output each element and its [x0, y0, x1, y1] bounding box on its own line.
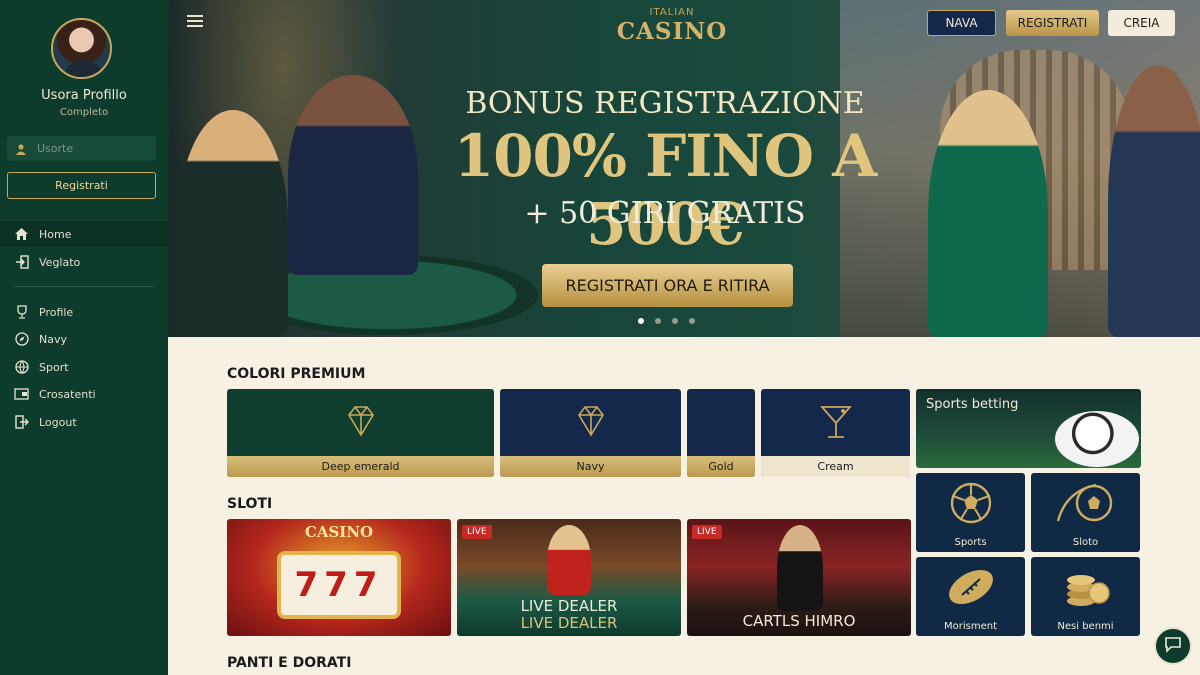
sidebar-divider — [14, 286, 154, 287]
game-card-live-table[interactable]: LIVE CARTLS HIMRO — [687, 519, 911, 636]
color-tile-label: Cream — [761, 456, 910, 477]
color-tile-gold[interactable]: Gold — [687, 389, 755, 477]
carousel-dot[interactable] — [655, 318, 661, 324]
chat-icon — [1164, 635, 1182, 657]
sidebar-item-profile[interactable]: Profile — [0, 299, 168, 325]
hero-person-image — [928, 90, 1048, 337]
soccer-ball-icon — [1056, 481, 1116, 536]
section-title-bottom: PANTI E DORATI — [227, 655, 352, 671]
ball-icon — [14, 360, 29, 375]
cocktail-icon — [818, 401, 854, 452]
hero-banner: ITALIAN CASINO NAVA REGISTRATI CREIA BON… — [168, 0, 1200, 337]
color-tile-cream[interactable]: Cream — [761, 389, 910, 477]
logout-icon — [14, 415, 29, 430]
sidebar-item-label: Home — [39, 227, 72, 241]
section-title-slots: SLOTI — [227, 496, 273, 512]
sidebar-item-logout[interactable]: Logout — [0, 409, 168, 435]
home-icon — [14, 227, 29, 242]
sidebar-item-label: Profile — [39, 305, 74, 319]
sport-tile-sports[interactable]: Sports — [916, 473, 1025, 552]
sidebar-register-button[interactable]: Registrati — [7, 172, 156, 199]
sidebar: Usora Profillo Completo Usorte Registrat… — [0, 0, 168, 675]
creia-button[interactable]: CREIA — [1108, 10, 1175, 36]
sidebar-item-label: Crosatenti — [39, 387, 96, 401]
chat-button[interactable] — [1154, 627, 1192, 665]
sidebar-item-navy[interactable]: Navy — [0, 326, 168, 352]
live-badge: LIVE — [462, 525, 492, 539]
soccer-ball-icon — [949, 481, 993, 536]
game-title: LIVE DEALER — [520, 597, 618, 615]
hero-free-spins: + 50 GIRI GRATIS — [524, 196, 806, 231]
carousel-dot[interactable] — [689, 318, 695, 324]
sport-tile-morisment[interactable]: Morisment — [916, 557, 1025, 636]
sidebar-item-label: Veglato — [39, 255, 81, 269]
sidebar-item-label: Navy — [39, 332, 67, 346]
register-button[interactable]: REGISTRATI — [1006, 10, 1099, 36]
nava-button[interactable]: NAVA — [927, 10, 996, 36]
username-field[interactable]: Usorte — [7, 136, 156, 161]
dealer-image — [547, 525, 591, 595]
color-tile-emerald[interactable]: Deep emerald — [227, 389, 494, 477]
sport-tile-label: Sloto — [1072, 537, 1099, 548]
coins-icon — [1061, 565, 1111, 620]
sidebar-item-home[interactable]: Home — [0, 221, 168, 247]
slot-reels: 777 — [277, 551, 401, 619]
carousel-dot[interactable] — [672, 318, 678, 324]
color-tile-label: Navy — [500, 456, 681, 477]
login-icon — [14, 255, 29, 270]
sidebar-item-label: Sport — [39, 360, 69, 374]
color-tile-label: Gold — [687, 456, 755, 477]
logo-tagline: ITALIAN — [649, 7, 695, 18]
trophy-icon — [14, 305, 29, 320]
user-icon — [15, 143, 27, 155]
hero-person-image — [1108, 65, 1200, 337]
user-name: Usora Profillo — [41, 88, 127, 103]
sport-tile-label: Nesi benmi — [1057, 621, 1114, 632]
hero-cta-button[interactable]: REGISTRATI ORA E RITIRA — [542, 264, 793, 307]
game-logo: CASINO — [304, 523, 374, 541]
sidebar-item-veglato[interactable]: Veglato — [0, 249, 168, 275]
sidebar-item-label: Logout — [39, 415, 77, 429]
sports-betting-card[interactable]: Sports betting — [916, 389, 1141, 468]
sport-tile-sloto[interactable]: Sloto — [1031, 473, 1140, 552]
sidebar-item-crosatenti[interactable]: Crosatenti — [0, 381, 168, 407]
sidebar-item-sport[interactable]: Sport — [0, 354, 168, 380]
sport-tile-label: Morisment — [944, 621, 997, 632]
sports-betting-title: Sports betting — [926, 397, 1019, 412]
soccer-ball-icon — [1055, 411, 1139, 467]
logo[interactable]: CASINO — [610, 18, 734, 45]
section-title-colors: COLORI PREMIUM — [227, 366, 366, 382]
carousel-dot[interactable] — [638, 318, 644, 324]
diamond-icon — [571, 401, 611, 452]
live-badge: LIVE — [692, 525, 722, 539]
game-subtitle: LIVE DEALER — [520, 614, 618, 632]
compass-icon — [14, 332, 29, 347]
username-placeholder: Usorte — [37, 142, 74, 155]
diamond-icon — [341, 401, 381, 452]
wallet-icon — [14, 387, 29, 402]
game-card-casino-777[interactable]: CASINO 777 — [227, 519, 451, 636]
hero-bonus-amount: 100% FINO A 500€ — [453, 122, 877, 258]
avatar[interactable] — [51, 18, 112, 79]
game-card-live-dealer[interactable]: LIVE LIVE DEALER LIVE DEALER — [457, 519, 681, 636]
user-status: Completo — [59, 107, 109, 118]
hamburger-menu-icon[interactable] — [187, 15, 203, 27]
hero-title: BONUS REGISTRAZIONE — [465, 86, 865, 121]
game-title: CARTLS HIMRO — [742, 612, 856, 630]
football-icon — [944, 565, 998, 620]
carousel-dots — [638, 318, 695, 324]
sport-tile-label: Sports — [954, 537, 987, 548]
color-tile-label: Deep emerald — [227, 456, 494, 477]
sport-tile-nesi-benmi[interactable]: Nesi benmi — [1031, 557, 1140, 636]
color-tile-navy[interactable]: Navy — [500, 389, 681, 477]
dealer-image — [777, 525, 823, 611]
hero-person-image — [178, 110, 288, 337]
